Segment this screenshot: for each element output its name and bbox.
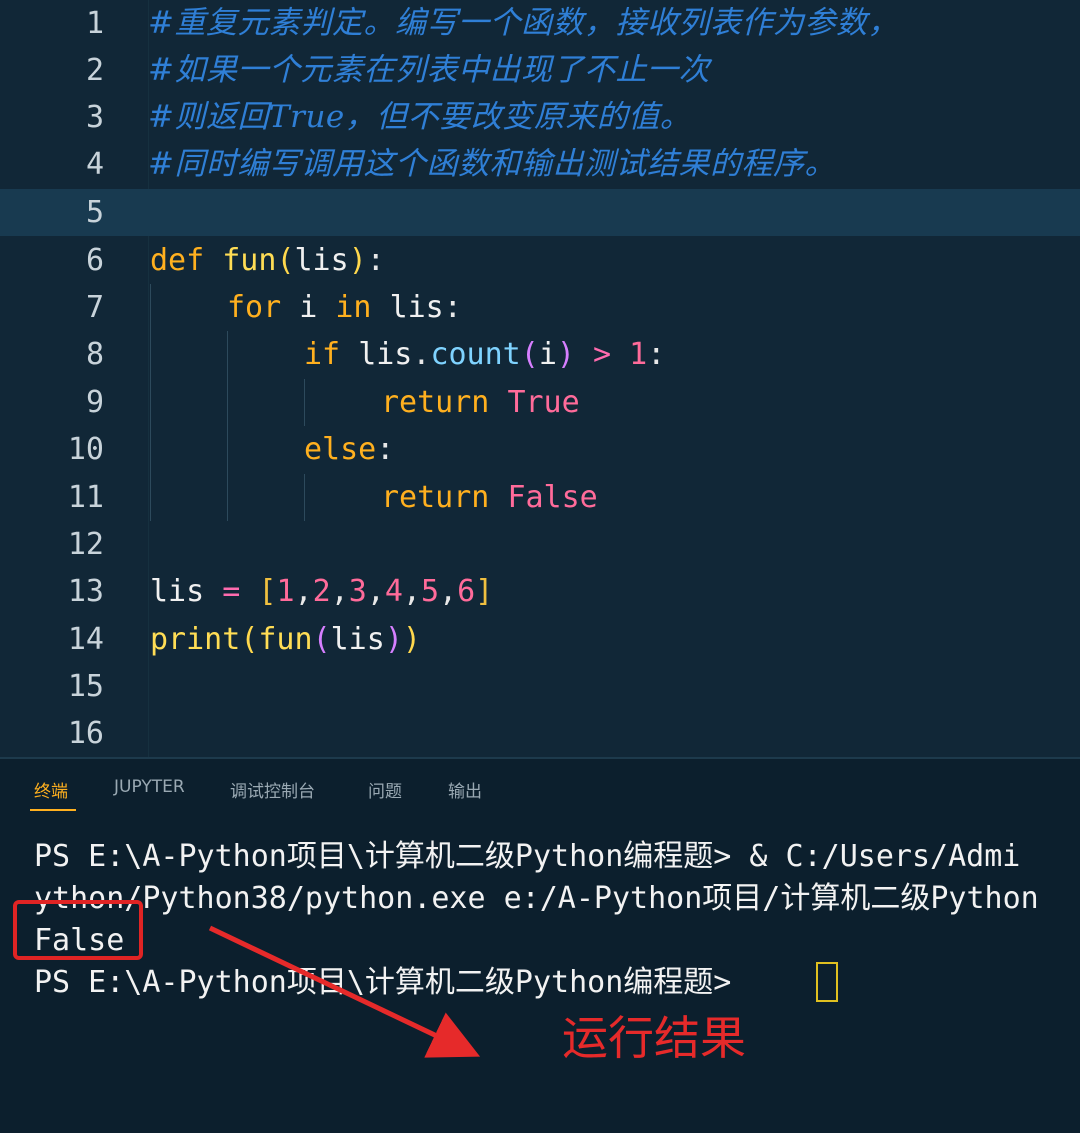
annotation-label: 运行结果 [562,1011,746,1065]
arrow-line [208,925,481,1058]
annotation-arrow [208,925,481,1058]
